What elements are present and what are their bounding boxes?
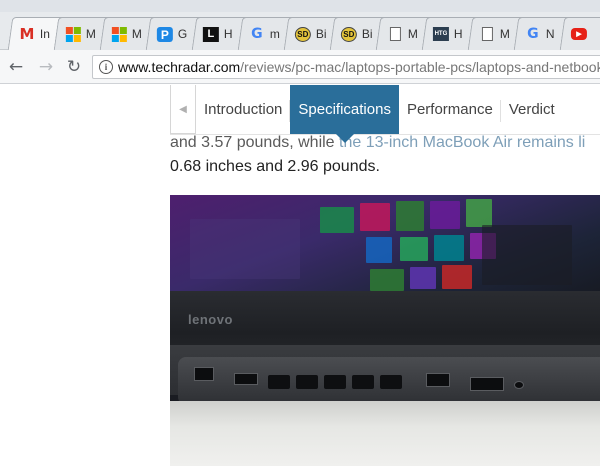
reload-button[interactable]: ↻ <box>62 55 86 79</box>
article-text: and 3.57 pounds, while <box>170 134 340 151</box>
tab-youtube[interactable]: ▶ <box>559 17 600 50</box>
tab-label: Bi <box>315 27 327 41</box>
back-button[interactable]: ← <box>4 55 28 79</box>
macbook-air-link[interactable]: the 13-inch MacBook Air remains li <box>339 134 585 151</box>
screen-tile <box>442 265 472 289</box>
url-host: www.techradar.com <box>118 59 241 75</box>
screen-tile <box>320 207 354 233</box>
screen-tile <box>466 199 492 227</box>
tab-label: H <box>223 27 233 41</box>
usb-port <box>234 373 258 385</box>
screen-tile <box>190 219 300 279</box>
arrow-right-icon: → <box>38 57 54 77</box>
info-icon[interactable]: i <box>99 60 113 74</box>
article-body: and 3.57 pounds, while the 13-inch MacBo… <box>170 131 600 179</box>
youtube-icon: ▶ <box>570 28 587 40</box>
screen-tile <box>434 235 464 261</box>
microsoft-icon <box>65 26 81 42</box>
tab-label: H <box>453 27 463 41</box>
tab-label: M <box>85 27 96 41</box>
tab-label: m <box>269 27 280 41</box>
laptop-brand-logo: lenovo <box>188 312 233 327</box>
screen-tile <box>360 203 390 231</box>
laptop-photo: lenovo <box>170 195 600 466</box>
document-icon <box>387 26 403 42</box>
arrow-left-icon: ← <box>8 57 24 77</box>
screen-tile <box>366 237 392 263</box>
power-port <box>194 367 214 381</box>
tab-introduction[interactable]: Introduction <box>196 85 291 134</box>
vent-slot <box>352 375 374 389</box>
tab-specifications[interactable]: Specifications <box>290 85 399 143</box>
screen-tile <box>430 201 460 229</box>
table-surface <box>170 401 600 466</box>
tab-label: M <box>499 27 510 41</box>
microsoft-icon <box>111 26 127 42</box>
audio-jack <box>514 381 524 389</box>
url-path: /reviews/pc-mac/laptops-portable-pcs/lap… <box>240 59 600 75</box>
document-icon <box>479 26 495 42</box>
google-icon: G <box>251 26 263 42</box>
display-port <box>426 373 450 387</box>
review-section-nav: ◀ Introduction Specifications Performanc… <box>170 85 600 143</box>
screen-tile <box>370 269 404 291</box>
screen-tile <box>400 237 428 261</box>
prev-section-button[interactable]: ◀ <box>170 85 196 134</box>
vent-slot <box>324 375 346 389</box>
article-line: 0.68 inches and 2.96 pounds. <box>170 158 380 175</box>
tab-verdict[interactable]: Verdict <box>501 85 563 134</box>
google-icon: G <box>527 26 539 42</box>
screen-tile <box>482 225 572 285</box>
chevron-left-icon: ◀ <box>179 103 187 115</box>
url-text: www.techradar.com/reviews/pc-mac/laptops… <box>118 59 600 75</box>
tab-performance[interactable]: Performance <box>399 85 501 134</box>
tab-label: Bi <box>361 27 373 41</box>
l-icon: L <box>202 26 219 42</box>
tab-label: M <box>131 27 142 41</box>
gmail-icon: M <box>19 24 35 43</box>
vent-slot <box>296 375 318 389</box>
tab-strip: M In M M P G L H G m SD Bi SD Bi M HTG H… <box>0 0 600 50</box>
vent-slot <box>268 375 290 389</box>
htg-icon: HTG <box>432 27 449 41</box>
sd-icon: SD <box>340 26 357 42</box>
screen-tile <box>396 201 424 231</box>
tab-label: N <box>545 27 555 41</box>
sd-icon: SD <box>294 26 311 42</box>
p-icon: P <box>156 26 173 42</box>
usb-port <box>470 377 504 391</box>
browser-toolbar: ← → ↻ i www.techradar.com/reviews/pc-mac… <box>0 50 600 84</box>
address-bar[interactable]: i www.techradar.com/reviews/pc-mac/lapto… <box>92 55 600 79</box>
tab-label: G <box>177 27 188 41</box>
vent-slot <box>380 375 402 389</box>
forward-button[interactable]: → <box>34 55 58 79</box>
web-page: and 3.57 pounds, while the 13-inch MacBo… <box>0 85 600 466</box>
reload-icon: ↻ <box>66 57 82 77</box>
tab-label: In <box>39 27 50 41</box>
tab-label: M <box>407 27 418 41</box>
screen-tile <box>410 267 436 289</box>
